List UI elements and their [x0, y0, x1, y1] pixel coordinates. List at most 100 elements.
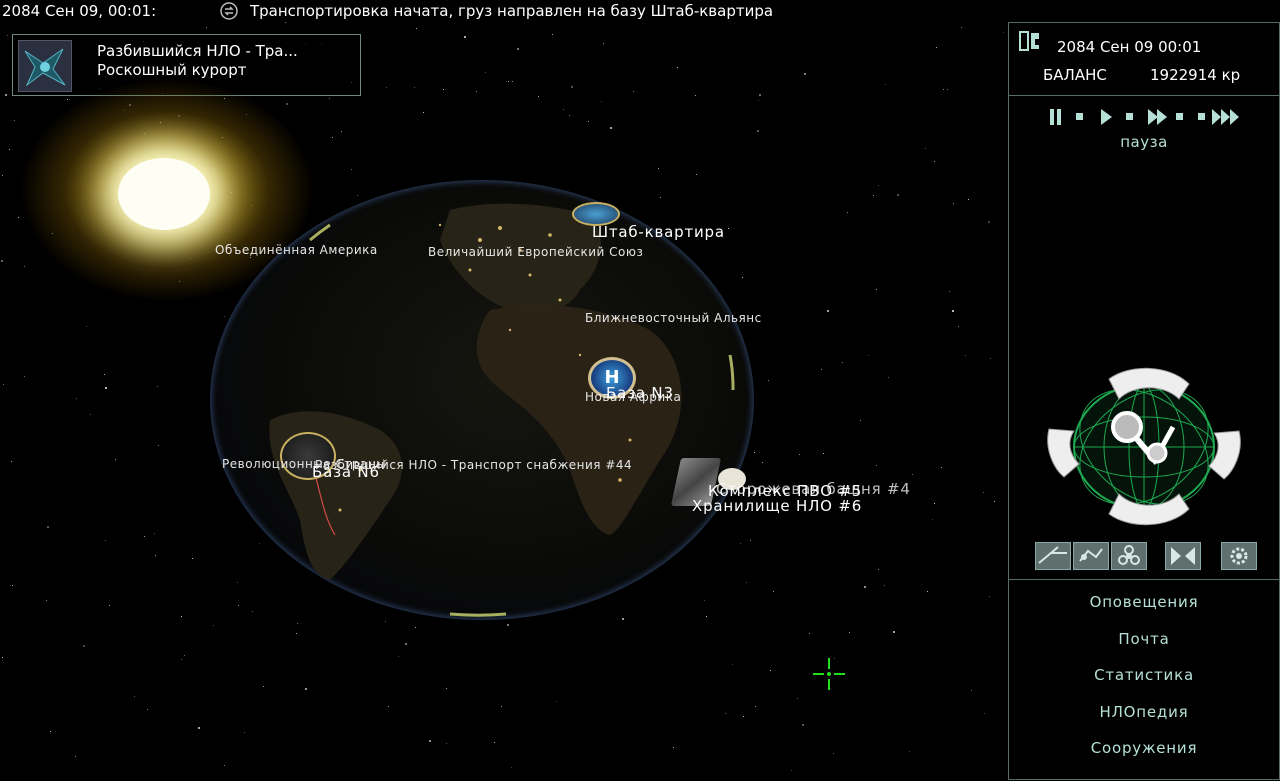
star: [341, 131, 342, 132]
label-tower[interactable]: Сторожевая башня #4: [716, 480, 911, 498]
star: [75, 756, 76, 757]
star: [762, 462, 763, 463]
fast-forward-icon[interactable]: [1147, 107, 1169, 127]
menu-alerts[interactable]: Оповещения: [1009, 593, 1279, 611]
star: [864, 586, 866, 588]
speed-dot-icon[interactable]: [1197, 107, 1207, 127]
base-button[interactable]: [1073, 542, 1109, 570]
star: [827, 310, 829, 312]
crosshair-icon[interactable]: [811, 656, 847, 692]
star: [155, 555, 156, 556]
star: [446, 688, 447, 689]
menu-facilities[interactable]: Сооружения: [1009, 739, 1279, 757]
star: [423, 112, 424, 113]
star: [104, 374, 105, 375]
event-title: Разбившийся НЛО - Тра...: [97, 42, 298, 60]
star: [332, 137, 333, 138]
star: [953, 203, 954, 204]
star: [485, 72, 486, 73]
star: [888, 377, 889, 378]
star: [603, 43, 604, 44]
star: [46, 600, 47, 601]
label-base3[interactable]: База N3: [606, 384, 674, 402]
region-mideast: Ближневосточный Альянс: [585, 311, 762, 325]
center-view-button[interactable]: [1165, 542, 1201, 570]
label-hq[interactable]: Штаб-квартира: [592, 223, 725, 241]
star: [673, 747, 674, 748]
star: [517, 48, 519, 50]
star: [414, 87, 415, 88]
star: [768, 380, 769, 381]
star: [934, 161, 935, 162]
star: [732, 664, 733, 665]
star: [759, 94, 761, 96]
speed-dot-icon[interactable]: [1075, 107, 1085, 127]
star: [633, 91, 634, 92]
star: [305, 688, 307, 690]
star: [134, 696, 135, 697]
star: [563, 109, 564, 110]
star: [158, 445, 159, 446]
star: [797, 698, 798, 699]
star: [934, 503, 935, 504]
star: [556, 701, 557, 702]
label-crash-site[interactable]: Разбившийся НЛО - Транспорт снабжения #4…: [315, 458, 632, 472]
star: [552, 34, 553, 35]
speed-status: пауза: [1120, 133, 1168, 151]
tool-row: [1035, 542, 1265, 570]
star: [757, 130, 759, 132]
star: [67, 99, 68, 100]
star: [385, 621, 386, 622]
star: [198, 727, 200, 729]
star: [588, 121, 589, 122]
star: [24, 266, 25, 267]
star: [285, 22, 286, 23]
star: [14, 120, 15, 121]
menu-ufopedia[interactable]: НЛОпедия: [1009, 703, 1279, 721]
fastest-forward-icon[interactable]: [1211, 107, 1241, 127]
star: [988, 221, 990, 223]
star: [3, 384, 4, 385]
star: [799, 454, 800, 455]
speed-dot-icon[interactable]: [1125, 107, 1135, 127]
star: [501, 706, 502, 707]
star: [109, 605, 110, 606]
biohazard-button[interactable]: [1111, 542, 1147, 570]
star: [885, 84, 886, 85]
star: [849, 632, 850, 633]
star: [601, 101, 602, 102]
options-button[interactable]: [1221, 542, 1257, 570]
menu-mail[interactable]: Почта: [1009, 630, 1279, 648]
balance-value: 1922914 кр: [1150, 66, 1241, 84]
star: [994, 501, 995, 502]
play-icon[interactable]: [1099, 107, 1113, 127]
star: [941, 467, 942, 468]
star: [11, 461, 12, 462]
star: [86, 326, 87, 327]
transport-icon: [220, 2, 238, 20]
geoscape-emblem-icon[interactable]: [1039, 359, 1249, 531]
star: [770, 670, 771, 671]
event-subtitle: Роскошный курорт: [97, 61, 247, 79]
star: [329, 98, 330, 99]
star: [508, 81, 509, 82]
star: [90, 414, 91, 415]
star: [1, 260, 3, 262]
star: [507, 624, 509, 626]
divider: [1009, 579, 1279, 580]
star: [952, 310, 954, 312]
star: [296, 633, 297, 634]
star: [758, 100, 759, 101]
menu-statistics[interactable]: Статистика: [1009, 666, 1279, 684]
ticker-date: 2084 Сен 09, 00:01:: [2, 2, 157, 20]
star: [351, 169, 352, 170]
speed-dot-icon[interactable]: [1175, 107, 1185, 127]
pause-icon[interactable]: [1049, 107, 1063, 127]
star: [206, 27, 207, 28]
star: [947, 89, 948, 90]
star: [743, 716, 744, 717]
star: [144, 536, 145, 537]
star: [847, 212, 848, 213]
label-storage[interactable]: Хранилище НЛО #6: [692, 497, 862, 515]
intercept-button[interactable]: [1035, 542, 1071, 570]
